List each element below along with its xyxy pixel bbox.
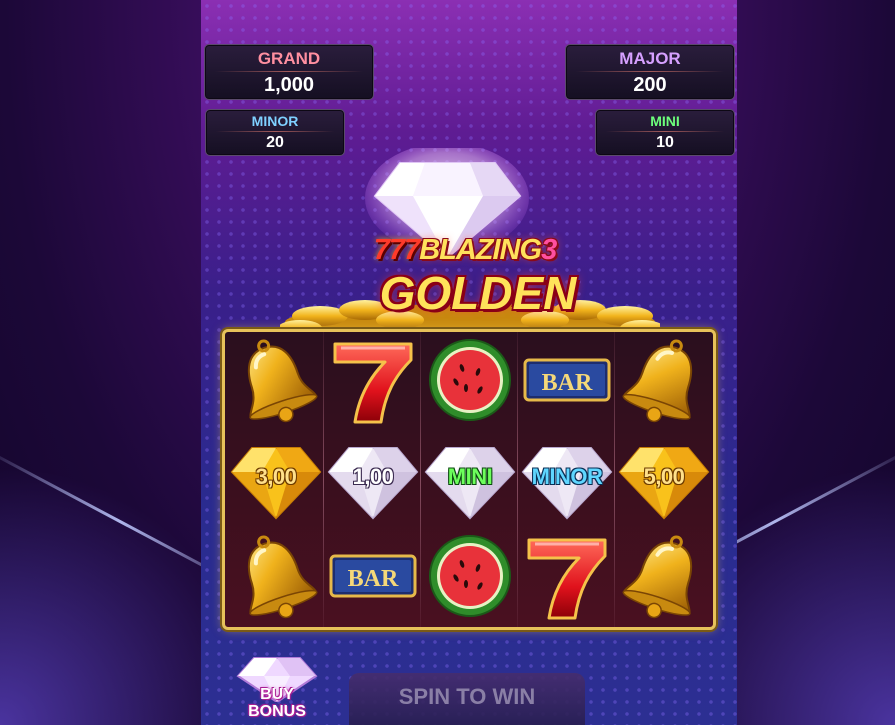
bar-icon: BAR [523,358,611,402]
jackpot-mini-value: 10 [656,134,674,151]
white-gem-symbol: 1,00 [325,430,421,528]
logo-golden: GOLDEN [379,267,577,319]
bar-text: BAR [348,566,399,592]
seven-symbol [325,332,421,430]
bell-icon [622,339,693,423]
buy-bonus-line1: BUY [260,686,294,703]
bell-icon [247,535,318,619]
bar-icon: BAR [329,554,417,598]
buy-bonus-line2: BONUS [248,703,306,720]
reel-1: 3,00 [228,332,324,627]
logo-sevens: 777 [373,234,420,266]
white-gem-symbol: MINI [422,430,518,528]
gold-gem-symbol: 3,00 [228,430,324,528]
gem-minor-label: MINOR [531,464,603,489]
jackpot-major: MAJOR 200 [565,44,735,100]
jackpot-major-value: 200 [633,74,667,96]
watermelon-icon [429,535,511,617]
bell-icon [622,535,693,619]
game-logo: 777BLAZING3 GOLDEN [300,228,610,338]
jackpot-grand-label: GRAND [257,49,321,68]
jackpot-mini: MINI 10 [595,109,735,156]
reel-grid: 3,00 1,00 BAR MINI BAR MINOR 5,00 [222,329,716,630]
bell-symbol [616,528,712,626]
watermelon-symbol [422,528,518,626]
logo-number: 3 [541,234,557,266]
spin-button[interactable]: SPIN TO WIN [349,673,585,725]
jackpot-minor: MINOR 20 [205,109,345,156]
reel-5: 5,00 [616,332,712,627]
watermelon-icon [429,339,511,421]
seven-symbol [519,528,615,626]
white-gem-symbol: MINOR [519,430,615,528]
reel-3: MINI [422,332,518,627]
jackpot-minor-label: MINOR [251,113,299,129]
gem-mini-label: MINI [447,464,493,489]
reel-2: 1,00 BAR [325,332,421,627]
bar-symbol: BAR [519,332,615,430]
bell-symbol [228,332,324,430]
bar-text: BAR [542,370,593,396]
jackpot-grand-value: 1,000 [263,74,315,96]
bell-symbol [616,332,712,430]
jackpot-grand: GRAND 1,000 [204,44,374,100]
bell-symbol [228,528,324,626]
watermelon-symbol [422,332,518,430]
jackpot-major-label: MAJOR [619,49,681,68]
bar-symbol: BAR [325,528,421,626]
jackpot-minor-value: 20 [266,134,284,151]
seven-icon [333,342,413,424]
reel-4: BAR MINOR [519,332,615,627]
bell-icon [247,339,318,423]
jackpot-mini-label: MINI [650,113,680,129]
logo-blazing-text: BLAZING [419,234,542,266]
gem-value-label: 1,00 [352,464,394,489]
gem-value-label: 5,00 [643,464,685,489]
gold-gem-symbol: 5,00 [616,430,712,528]
gem-value-label: 3,00 [255,464,297,489]
seven-icon [527,538,607,620]
buy-bonus-button[interactable]: BUY BONUS [232,652,322,725]
